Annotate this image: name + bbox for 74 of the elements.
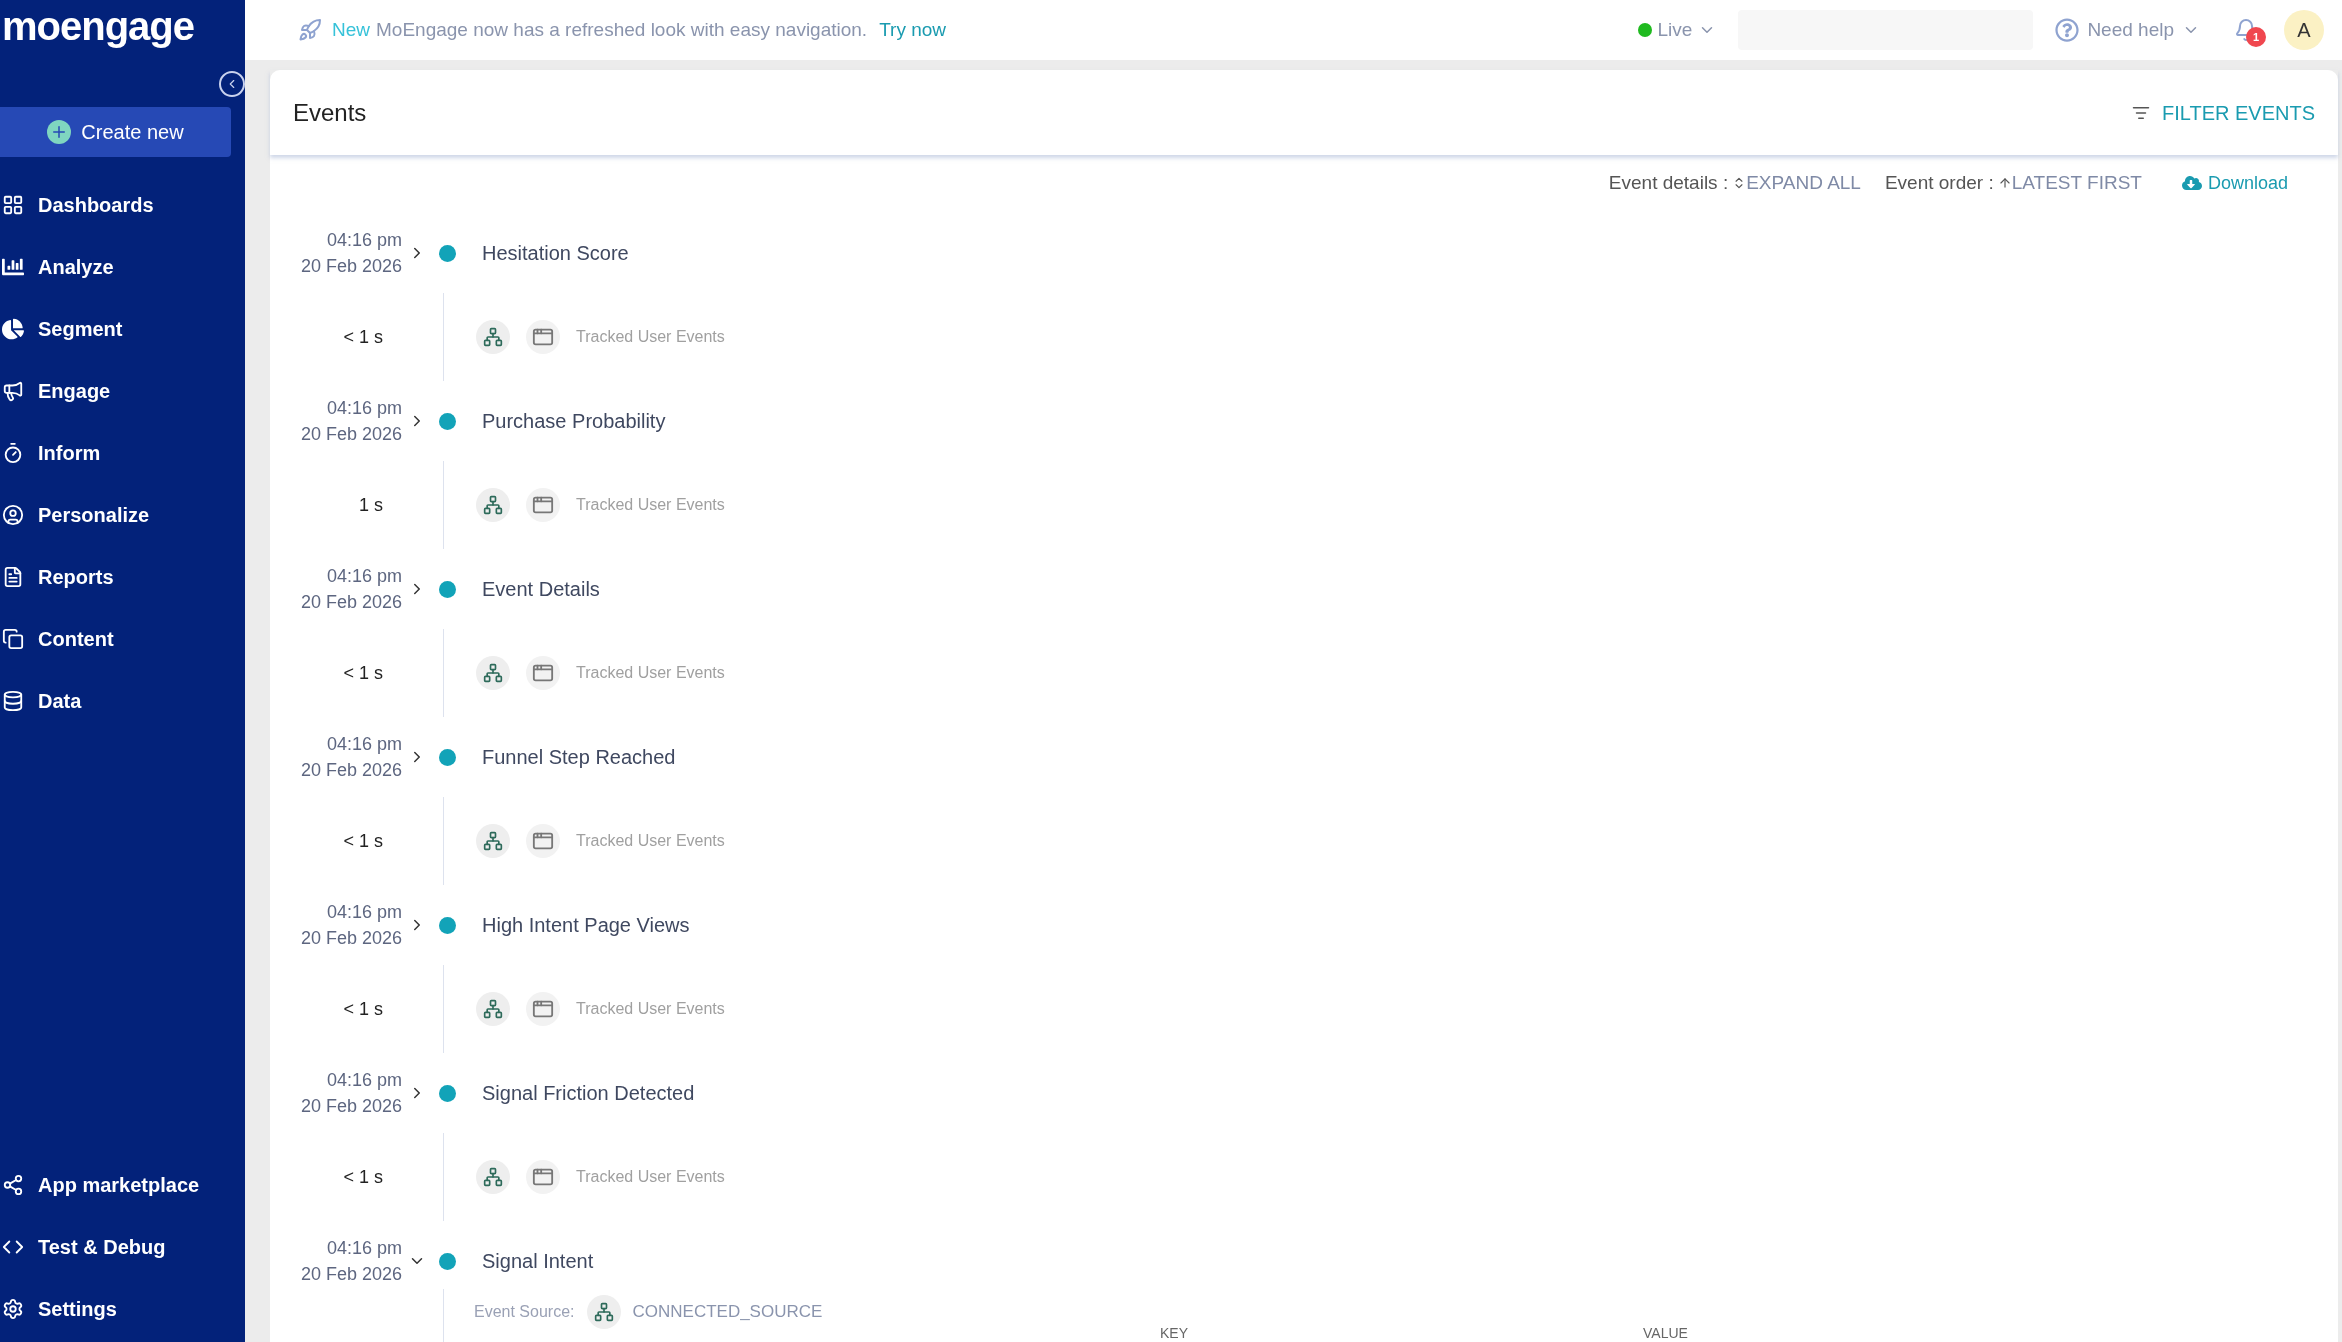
event-timestamp: 04:16 pm 20 Feb 2026 [299,397,402,446]
window-icon [526,656,560,690]
sidebar-item[interactable]: Dashboards [2,174,245,236]
event-source-label: Event Source: [474,1302,575,1322]
event-timestamp: 04:16 pm 20 Feb 2026 [299,1069,402,1118]
network-icon [2,1174,24,1196]
event-source-value: CONNECTED_SOURCE [632,1301,823,1324]
sidebar-item[interactable]: Test & Debug [2,1216,245,1278]
event-duration: < 1 s [343,326,383,347]
grid-icon [2,194,24,216]
sidebar-item[interactable]: Settings [2,1278,245,1340]
event-details-label: Event details : [1608,170,1729,195]
database-icon [2,690,24,712]
rocket-icon [298,18,322,42]
window-icon [526,488,560,522]
collapse-button[interactable] [219,70,245,97]
event-name[interactable]: Signal Intent [482,1246,594,1276]
sidebar-item[interactable]: Reports [2,546,245,608]
event-source: Tracked User Events [576,327,725,347]
sidebar-item[interactable]: Analyze [2,236,245,298]
notification-badge: 1 [2246,27,2266,47]
column-header: KEY [1160,1324,1188,1342]
settings-icon [2,1298,24,1320]
event-name[interactable]: Funnel Step Reached [482,742,676,772]
sidebar-item[interactable]: Segment [2,298,245,360]
window-icon [526,320,560,354]
pie-chart-icon [2,318,24,340]
user-avatar[interactable]: A [2284,10,2324,50]
cloud-download-icon [2181,173,2202,193]
new-label: New [332,17,370,42]
event-timestamp: 04:16 pm 20 Feb 2026 [299,901,402,950]
stopwatch-icon [2,442,24,464]
event-source: Tracked User Events [576,663,725,683]
window-icon [526,824,560,858]
event-duration: < 1 s [343,998,383,1019]
window-icon [526,1160,560,1194]
sidebar-item[interactable]: Engage [2,360,245,422]
event-duration: < 1 s [343,662,383,683]
help-icon [2055,18,2080,42]
event-timestamp: 04:16 pm 20 Feb 2026 [299,1237,402,1286]
event-source: Tracked User Events [576,495,725,515]
sidebar-item[interactable]: Content [2,608,245,670]
event-timestamp: 04:16 pm 20 Feb 2026 [299,565,402,614]
event-name[interactable]: Hesitation Score [482,238,629,268]
user-icon [2,504,24,526]
window-icon [526,992,560,1026]
sidebar-item[interactable]: Inform [2,422,245,484]
event-order-label: Event order : [1884,170,1994,195]
sidebar-item[interactable]: Personalize [2,484,245,546]
logo: moengage [1,3,196,50]
event-duration: < 1 s [343,830,383,851]
event-timestamp: 04:16 pm 20 Feb 2026 [299,229,402,278]
sidebar-item[interactable]: Data [2,670,245,732]
event-source: Tracked User Events [576,831,725,851]
plus-icon [47,120,72,144]
megaphone-icon [2,380,24,402]
column-header: VALUE [1643,1324,1688,1342]
sidebar-item[interactable]: App marketplace [2,1154,245,1216]
create-new-button[interactable]: Create new [0,107,231,157]
notifications-button[interactable]: 1 [2234,13,2264,47]
event-name[interactable]: Signal Friction Detected [482,1078,695,1108]
event-timestamp: 04:16 pm 20 Feb 2026 [299,733,402,782]
event-duration: < 1 s [343,1166,383,1187]
event-source: Tracked User Events [576,1167,725,1187]
event-name[interactable]: Purchase Probability [482,406,666,436]
announcement-text: MoEngage now has a refreshed look with easy navigation. [376,17,868,42]
event-name[interactable]: Event Details [482,574,600,604]
copy-icon [2,628,24,650]
event-name[interactable]: High Intent Page Views [482,910,690,940]
card-title: Events [293,97,367,128]
document-icon [2,566,24,588]
bar-chart-icon [2,256,24,278]
event-source: Tracked User Events [576,999,725,1019]
event-duration: 1 s [359,494,383,515]
